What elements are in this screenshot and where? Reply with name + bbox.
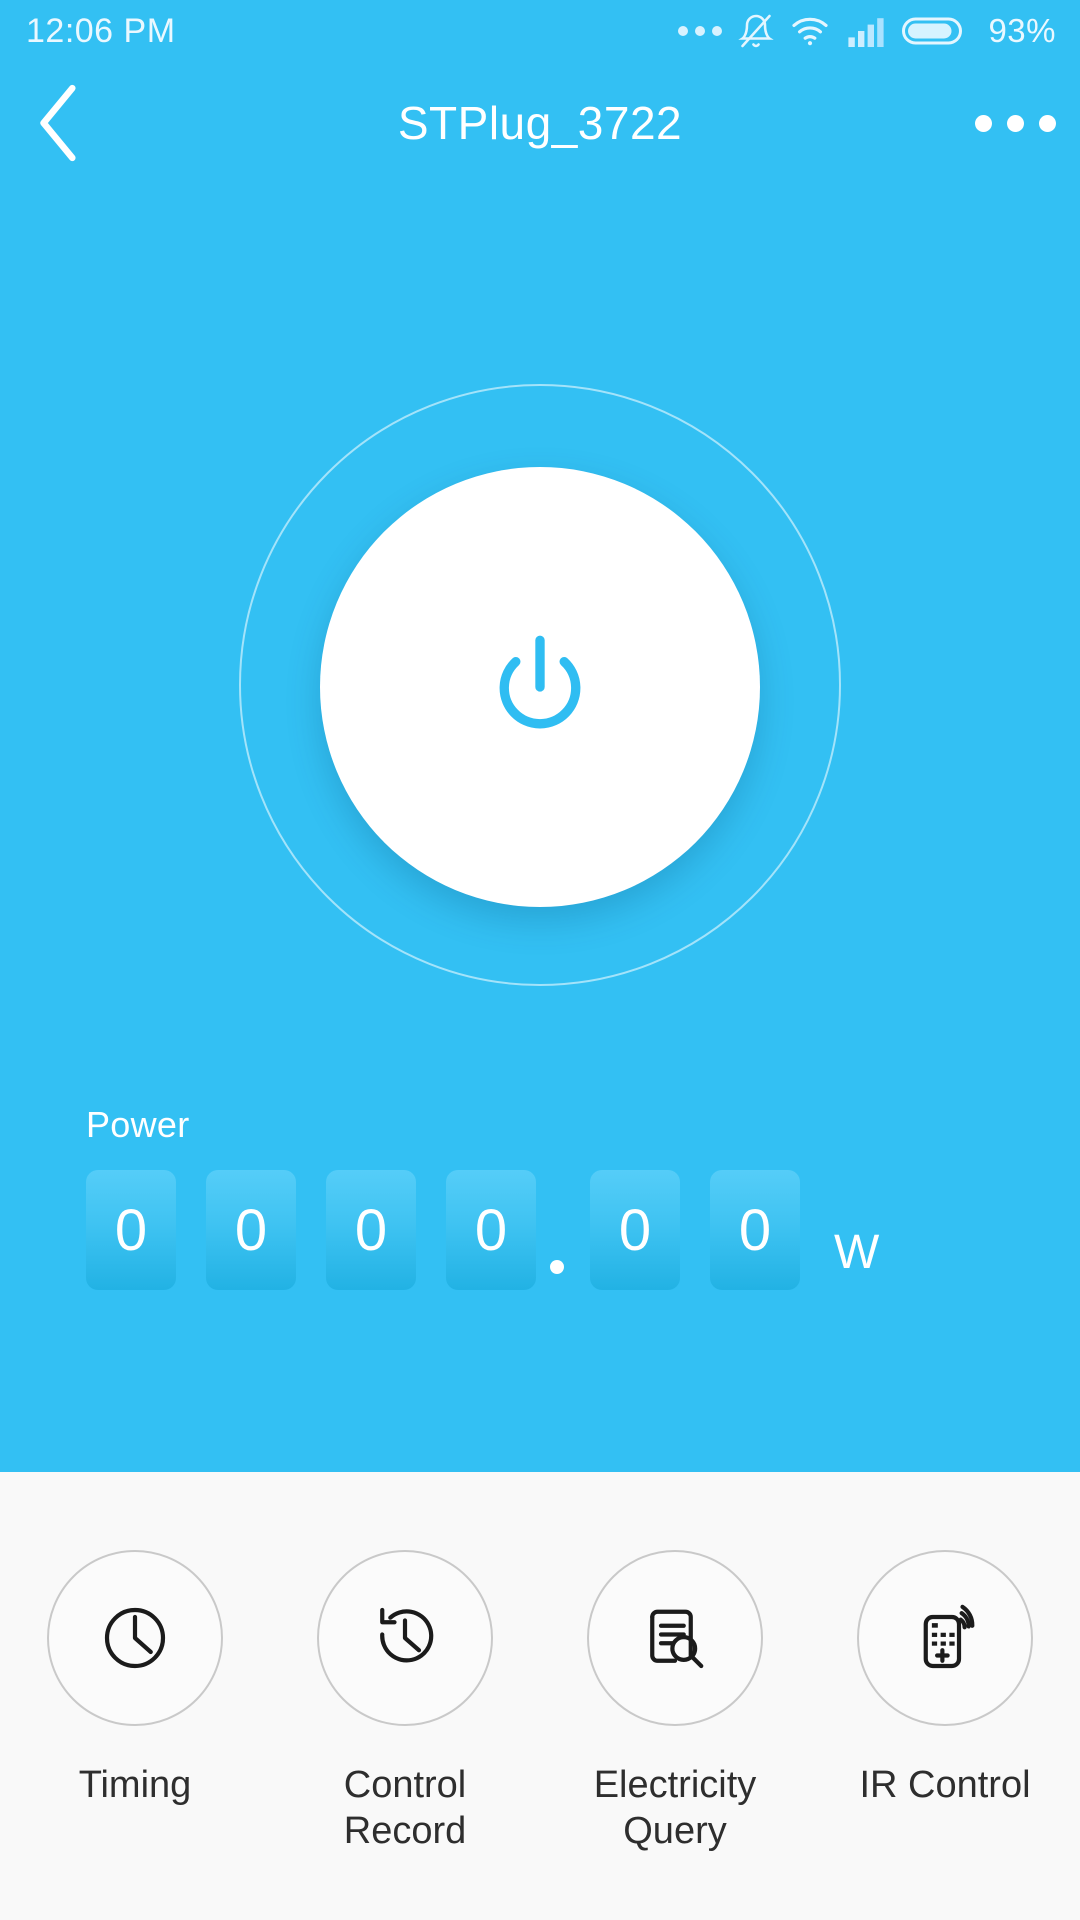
title-bar: STPlug_3722 (0, 62, 1080, 184)
power-label: Power (86, 1104, 190, 1145)
action-label: Control Record (343, 1764, 467, 1852)
action-circle (47, 1550, 223, 1726)
more-dots-icon (678, 26, 723, 36)
action-label: Electricity Query (593, 1764, 757, 1852)
status-bar: 12:06 PM 93% (0, 0, 1080, 62)
page-title: STPlug_3722 (397, 97, 683, 149)
power-readout: Power 0 0 0 0 0 0 W (0, 1104, 1080, 1290)
action-item-electricity-query[interactable]: Electricity Query (540, 1550, 810, 1854)
wifi-icon (792, 17, 829, 46)
action-circle (317, 1550, 493, 1726)
more-horizontal-icon (1006, 114, 1024, 132)
battery-icon (902, 17, 963, 45)
power-digit: 0 (206, 1170, 296, 1290)
action-label: Timing (78, 1764, 192, 1806)
remote-control-icon (923, 1604, 975, 1669)
bell-muted-icon (738, 14, 775, 48)
status-icons: 93% (678, 12, 1056, 50)
power-section: Power 0 0 0 0 0 0 W (0, 184, 1080, 1472)
document-search-icon (650, 1609, 704, 1669)
power-digit: 0 (710, 1170, 800, 1290)
battery-percent: 93% (988, 12, 1056, 49)
more-horizontal-icon (974, 114, 992, 132)
action-circle (857, 1550, 1033, 1726)
status-time: 12:06 PM (26, 11, 176, 50)
clock-icon (104, 1607, 166, 1669)
action-item-ir-control[interactable]: IR Control (810, 1550, 1080, 1808)
cellular-signal-icon (848, 18, 885, 47)
action-label: IR Control (859, 1764, 1031, 1806)
action-item-timing[interactable]: Timing (0, 1550, 270, 1808)
action-item-control-record[interactable]: Control Record (270, 1550, 540, 1854)
app-screen: 12:06 PM 93% STPlug_3722 Power 0 0 0 0 0… (0, 0, 1080, 1920)
more-horizontal-icon (1038, 114, 1056, 132)
action-circle (587, 1550, 763, 1726)
history-clock-icon (380, 1607, 434, 1663)
decimal-point (550, 1260, 564, 1274)
power-digit: 0 (86, 1170, 176, 1290)
power-digit: 0 (326, 1170, 416, 1290)
power-digit: 0 (590, 1170, 680, 1290)
power-digit-row: 0 0 0 0 0 0 W (86, 1170, 1080, 1290)
power-toggle-button[interactable] (320, 467, 760, 907)
power-unit: W (834, 1226, 880, 1279)
power-icon (499, 635, 581, 729)
power-digit: 0 (446, 1170, 536, 1290)
menu-button[interactable] (950, 62, 1080, 184)
action-bar: Timing Control Record Electricity Query … (0, 1472, 1080, 1920)
